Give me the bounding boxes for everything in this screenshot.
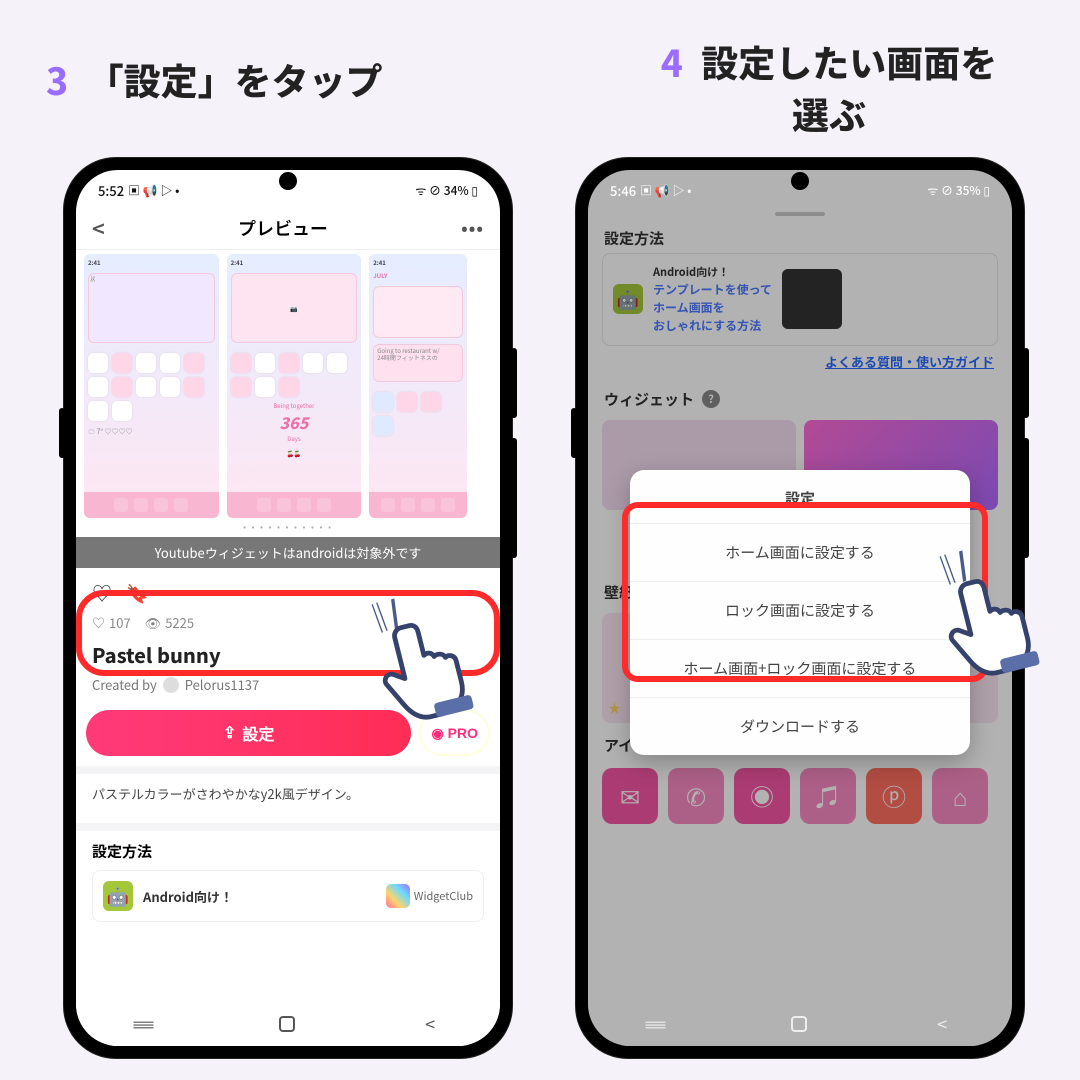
front-camera [791,172,809,190]
section-divider [76,766,500,774]
phone-mock-step3: 5:52 ▣ 📢 ▷ • ᯤ ⊘ 34% ▯ < プレビュー ••• 2:41 … [64,158,512,1058]
creator-avatar [163,677,179,693]
theme-info: ♡ 🔖 ♡ 107 👁 5225 Pastel bunny Created by… [76,568,500,698]
back-button-nav[interactable]: < [937,1011,947,1037]
platform-banner: Youtubeウィジェットはandroidは対象外です [76,537,500,568]
dialog-option-lock[interactable]: ロック画面に設定する [630,581,970,639]
pro-badge-icon: ◉ [431,725,443,742]
view-count: 👁 5225 [145,613,194,632]
theme-description: パステルカラーがさわやかなy2k風デザイン。 [76,774,500,813]
dialog-option-home[interactable]: ホーム画面に設定する [630,523,970,581]
step3-number: 3 [46,52,68,106]
preview-carousel[interactable]: 2:41 🐰 ☁ 7° ♡♡♡♡ 2:41 📷 Being tog [76,250,500,518]
nav-title: プレビュー [238,215,328,241]
pro-button[interactable]: ◉ PRO [419,710,490,756]
recents-button[interactable] [653,1011,662,1037]
status-right-icons: ᯤ ⊘ 34% ▯ [415,182,478,199]
set-button[interactable]: ⇪ 設定 [86,710,411,756]
carousel-dots: • • • • • • • • • • • [76,518,500,537]
more-button[interactable]: ••• [461,215,484,241]
dialog-option-download[interactable]: ダウンロードする [630,697,970,755]
section-divider [76,823,500,831]
dialog-option-both[interactable]: ホーム画面+ロック画面に設定する [630,639,970,697]
status-time: 5:46 [610,181,636,200]
preview-page-3: 2:41 JULY Going to restaurant w/24時間フィット… [369,254,467,518]
step3-heading: 3 「設定」をタップ [46,54,383,106]
step3-text: 「設定」をタップ [87,52,383,106]
back-button-nav[interactable]: < [425,1011,435,1037]
status-left-icons: ▣ 📢 ▷ • [640,182,691,199]
upload-icon: ⇪ [223,723,236,743]
dialog-title: 設定 [630,470,970,523]
back-button[interactable]: < [92,212,105,244]
theme-title: Pastel bunny [92,640,484,669]
android-nav-bar: < [76,1002,500,1046]
home-button[interactable] [791,1016,807,1032]
front-camera [279,172,297,190]
preview-page-2: 2:41 📷 Being together 365 Days 🍒🍒 [227,254,362,518]
android-icon: 🤖 [103,881,133,911]
step4-heading: 4 設定したい画面を 選ぶ [604,36,1054,140]
home-button[interactable] [279,1016,295,1032]
preview-page-1: 2:41 🐰 ☁ 7° ♡♡♡♡ [84,254,219,518]
setup-section: 設定方法 🤖 Android向け！ WidgetClub [76,831,500,928]
step4-text: 設定したい画面を 選ぶ [701,34,997,140]
step4-number: 4 [661,34,683,88]
like-count: ♡ 107 [92,613,131,632]
bookmark-button[interactable]: 🔖 [126,580,148,606]
recents-button[interactable] [141,1011,150,1037]
screen-preview: 5:52 ▣ 📢 ▷ • ᯤ ⊘ 34% ▯ < プレビュー ••• 2:41 … [76,170,500,1046]
creator-row[interactable]: Created by Pelorus1137 [92,675,484,694]
screen-choose-target: 5:46 ▣ 📢 ▷ • ᯤ ⊘ 35% ▯ 設定方法 🤖 Android向け！… [588,170,1012,1046]
status-left-icons: ▣ 📢 ▷ • [128,182,179,199]
like-button[interactable]: ♡ [92,578,112,607]
set-target-dialog: 設定 ホーム画面に設定する ロック画面に設定する ホーム画面+ロック画面に設定す… [630,470,970,755]
android-nav-bar: < [588,1002,1012,1046]
set-button-row: ⇪ 設定 ◉ PRO [86,710,490,756]
status-right-icons: ᯤ ⊘ 35% ▯ [927,182,990,199]
widgetclub-icon [386,884,410,908]
android-guide-card[interactable]: 🤖 Android向け！ WidgetClub [92,870,484,922]
phone-mock-step4: 5:46 ▣ 📢 ▷ • ᯤ ⊘ 35% ▯ 設定方法 🤖 Android向け！… [576,158,1024,1058]
status-time: 5:52 [98,181,124,200]
creator-name: Pelorus1137 [185,675,260,694]
nav-header: < プレビュー ••• [76,206,500,250]
